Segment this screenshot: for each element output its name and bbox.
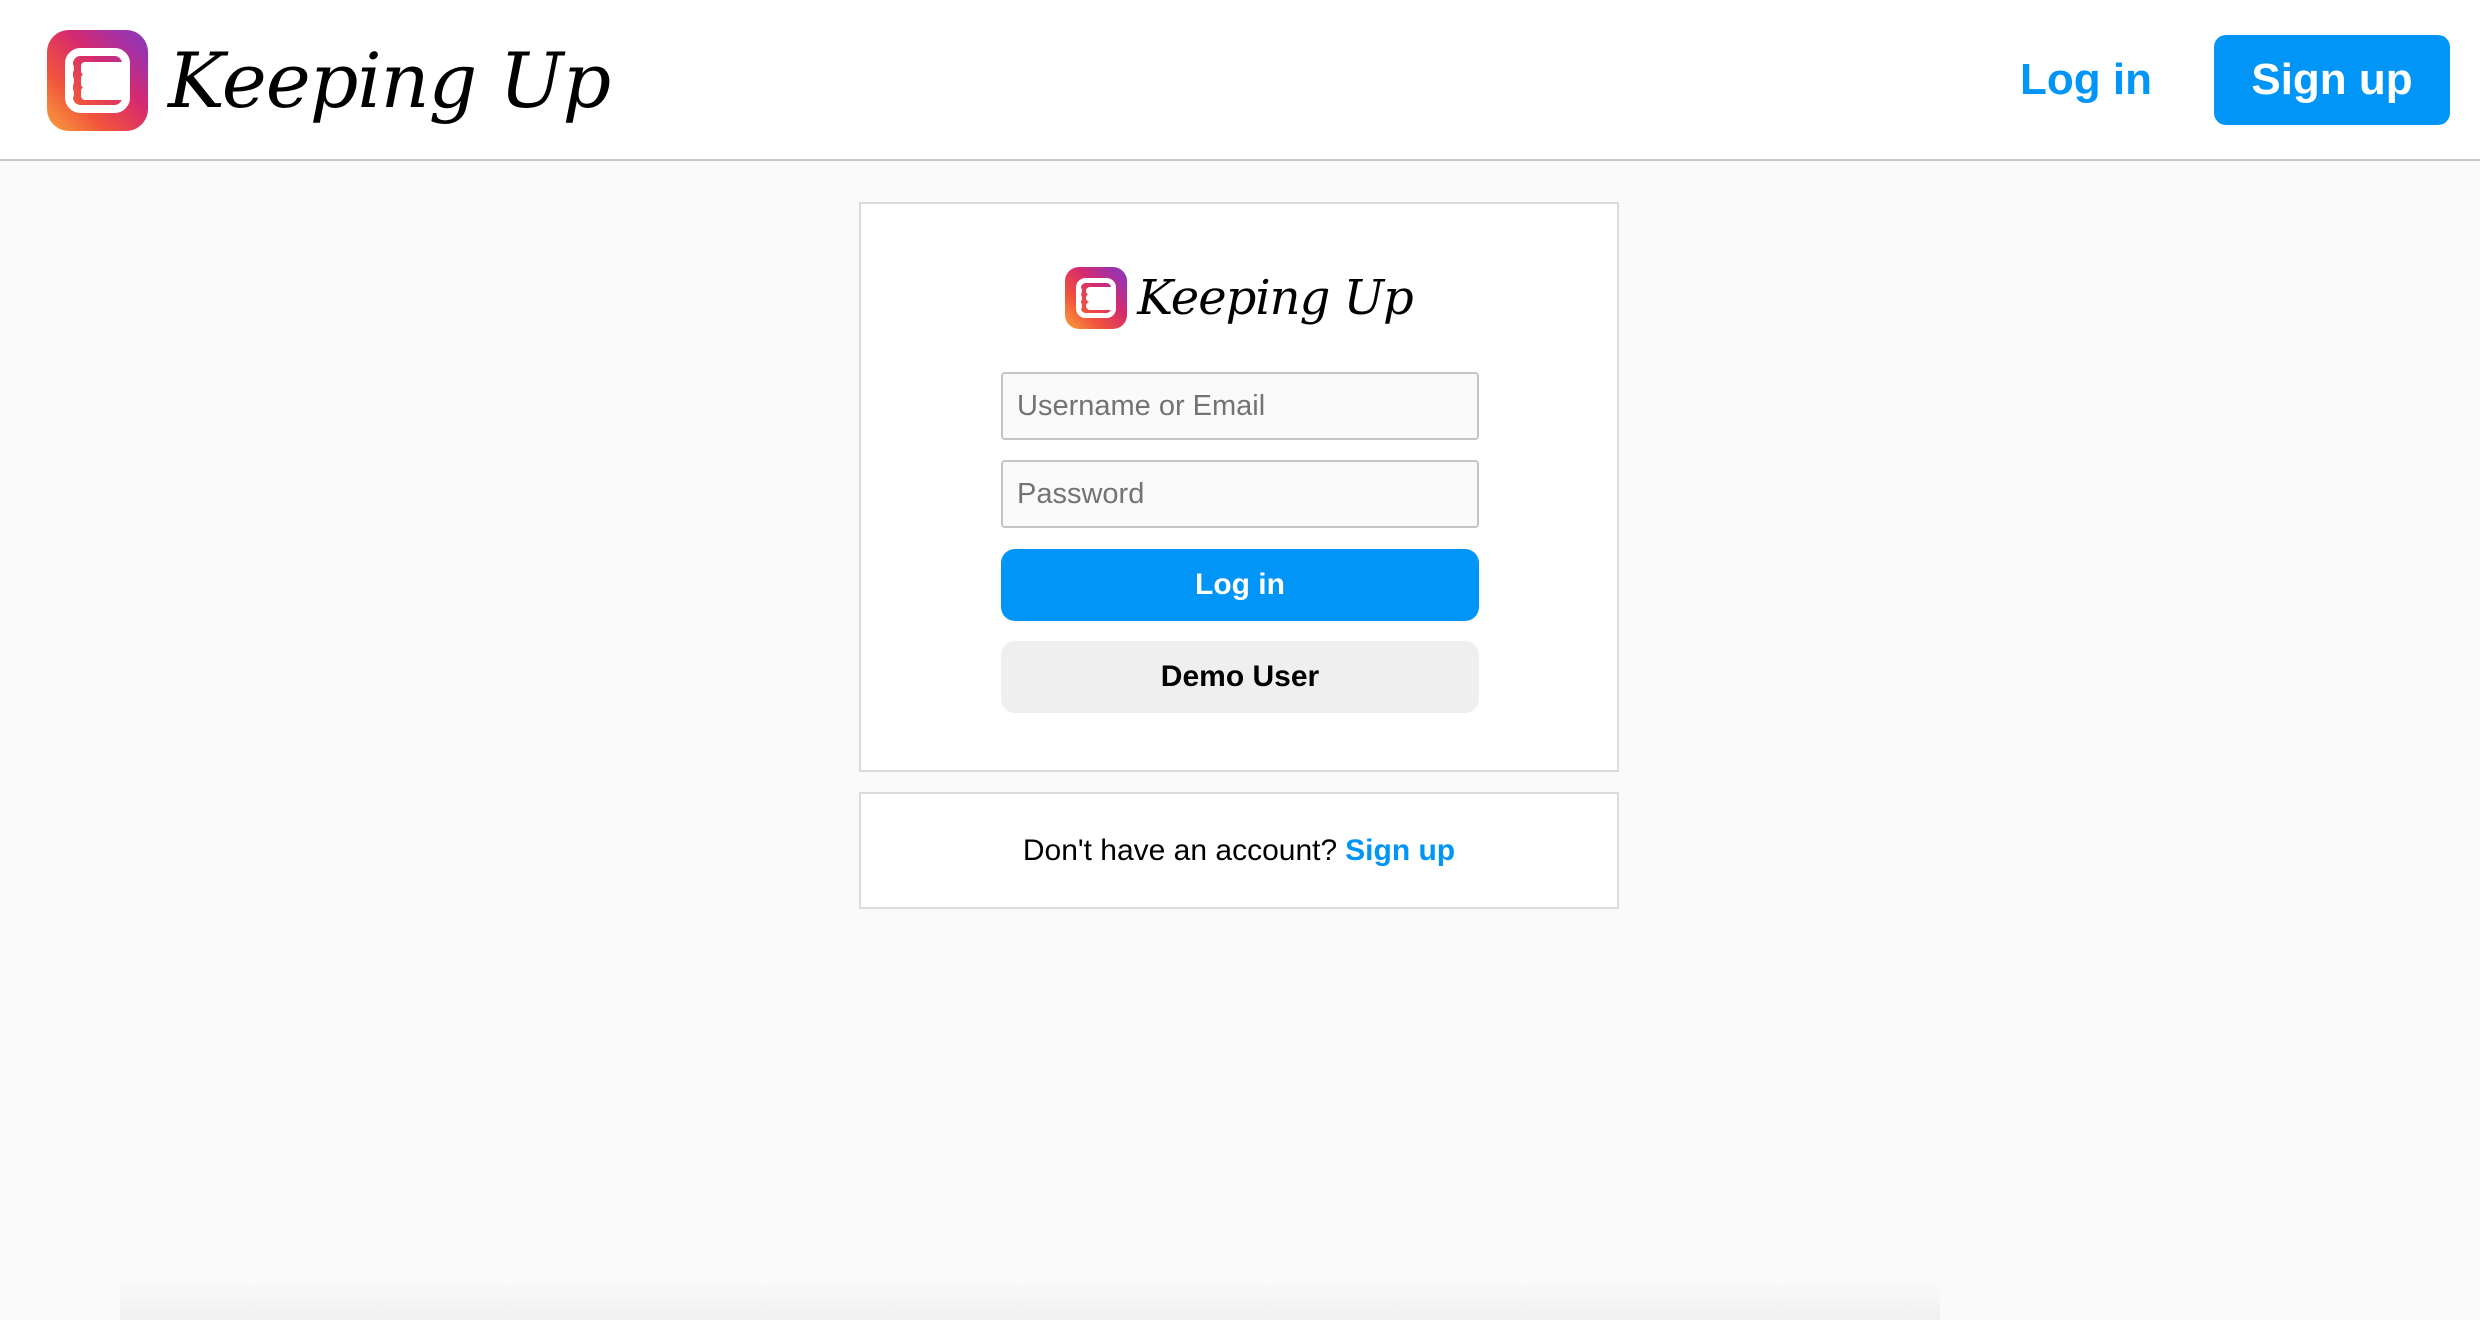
signup-link[interactable]: Sign up xyxy=(1345,834,1455,868)
demo-user-button[interactable]: Demo User xyxy=(1001,641,1479,713)
app-logo-icon xyxy=(47,30,148,131)
password-input[interactable] xyxy=(1001,460,1479,528)
app-logo-icon xyxy=(1065,267,1128,329)
login-button[interactable]: Log in xyxy=(1001,549,1479,621)
login-card-brand: Keeping Up xyxy=(861,266,1617,330)
signup-prompt-card: Don't have an account? Sign up xyxy=(859,792,1619,909)
page-bottom-shadow xyxy=(120,1280,1940,1320)
brand-name: Keeping Up xyxy=(168,35,611,125)
signup-prompt-text: Don't have an account? xyxy=(1022,833,1338,867)
brand-logo-link[interactable]: Keeping Up xyxy=(47,30,611,131)
header-login-link[interactable]: Log in xyxy=(2020,55,2152,105)
username-email-input[interactable] xyxy=(1001,372,1479,440)
top-navbar: Keeping Up Log in Sign up xyxy=(0,0,2480,161)
header-signup-button[interactable]: Sign up xyxy=(2214,35,2450,125)
login-card: Keeping Up Log in Demo User xyxy=(859,202,1619,772)
login-card-brand-name: Keeping Up xyxy=(1137,270,1414,326)
header-nav: Log in Sign up xyxy=(2020,35,2450,125)
